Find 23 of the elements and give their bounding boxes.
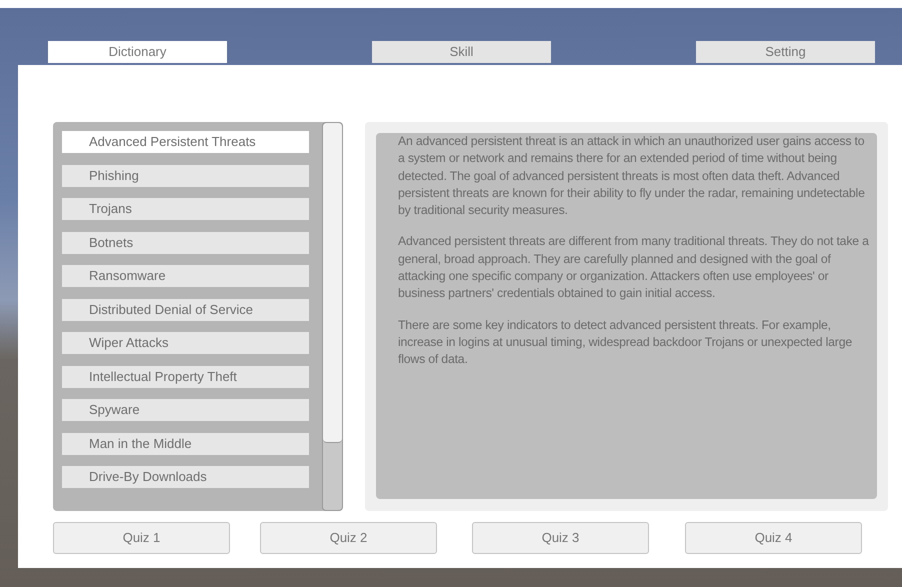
list-item[interactable]: Man in the Middle [62, 432, 309, 454]
list-item[interactable]: Drive-By Downloads [62, 466, 309, 488]
list-item[interactable]: Distributed Denial of Service [62, 298, 309, 320]
scrollbar-thumb[interactable] [323, 123, 342, 443]
description-text: Advanced persistent threats are different from many traditional threats. They do not take a general, broad approach. They are carefully planned and designed with the goal of attacking one specific company or organization. Attackers often use employees' or business partners' credentials obtained to gain initial access. [398, 233, 870, 302]
list-item[interactable]: Wiper Attacks [62, 332, 309, 354]
scrollbar[interactable] [322, 122, 343, 511]
list-item[interactable]: Trojans [62, 198, 309, 220]
list-item[interactable]: Spyware [62, 399, 309, 421]
description-text: An advanced persistent threat is an attack in which an unauthorized user gains access to a system or network and remains there for an extended period of time without being detected. The goal of advanced persistent threats is most often data theft. Advanced persistent threats are known for their ability to fly under the radar, remaining undetectable by traditional security measures. [398, 133, 866, 220]
list-item[interactable]: Intellectual Property Theft [62, 366, 309, 388]
quiz-button[interactable]: Quiz 2 [260, 522, 437, 554]
quiz-button[interactable]: Quiz 4 [685, 522, 862, 554]
list-item[interactable]: Botnets [62, 232, 309, 254]
quiz-button[interactable]: Quiz 1 [53, 522, 230, 554]
quiz-button[interactable]: Quiz 3 [472, 522, 649, 554]
tab[interactable]: Dictionary [48, 41, 227, 63]
tab[interactable]: Setting [696, 41, 875, 63]
description-text: There are some key indicators to detect advanced persistent threats. For example, increase in logins at unusual timing, widespread backdoor Trojans or unexpected large flows of data. [398, 316, 853, 368]
tab[interactable]: Skill [372, 41, 551, 63]
list-item[interactable]: Ransomware [62, 265, 309, 287]
list-item[interactable]: Phishing [62, 164, 309, 186]
list-item[interactable]: Advanced Persistent Threats [62, 131, 309, 153]
